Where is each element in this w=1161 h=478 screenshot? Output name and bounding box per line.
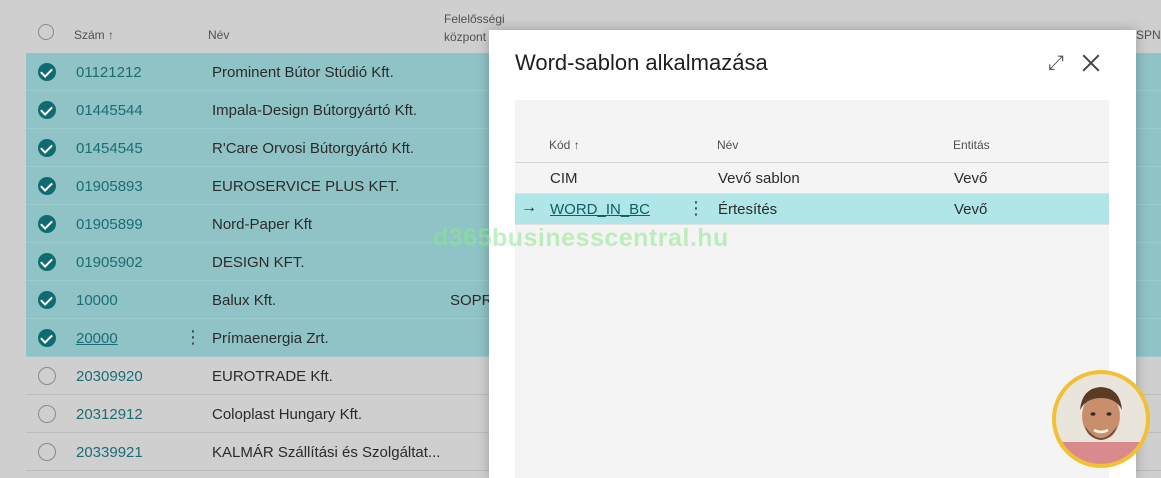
- close-icon[interactable]: [1080, 52, 1102, 74]
- customer-name: KALMÁR Szállítási és Szolgáltat...: [212, 444, 441, 461]
- avatar: [1052, 370, 1150, 468]
- row-checkbox[interactable]: [38, 443, 56, 461]
- avatar-portrait-icon: [1056, 374, 1146, 464]
- customer-number[interactable]: 01121212: [76, 64, 142, 81]
- customer-name: DESIGN KFT.: [212, 254, 305, 271]
- customer-number[interactable]: 20312912: [76, 406, 143, 423]
- dialog-title: Word-sablon alkalmazása: [515, 50, 768, 75]
- template-code[interactable]: CIM: [550, 170, 578, 187]
- row-checkbox[interactable]: [38, 177, 56, 195]
- customer-number[interactable]: 01905902: [76, 254, 143, 271]
- row-checkbox[interactable]: [38, 329, 56, 347]
- apply-word-template-dialog: Word-sablon alkalmazása ⤢ Kód ↑ Név Enti…: [489, 30, 1136, 478]
- customer-name: Coloplast Hungary Kft.: [212, 406, 363, 423]
- customer-name: Prominent Bútor Stúdió Kft.: [212, 64, 394, 81]
- column-header-name[interactable]: Név: [717, 138, 738, 152]
- customer-name: Prímaenergia Zrt.: [212, 330, 329, 347]
- grid-row[interactable]: CIM Vevő sablon Vevő: [515, 163, 1109, 194]
- row-checkbox[interactable]: [38, 215, 56, 233]
- customer-number[interactable]: 20000: [76, 330, 118, 347]
- template-entity: Vevő: [954, 170, 988, 187]
- row-checkbox[interactable]: [38, 63, 56, 81]
- row-checkbox[interactable]: [38, 253, 56, 271]
- watermark: d365businesscentral.hu: [433, 224, 729, 252]
- customer-number[interactable]: 10000: [76, 292, 118, 309]
- template-entity: Vevő: [954, 201, 988, 218]
- column-header-entity[interactable]: Entitás: [953, 138, 990, 152]
- template-name: Vevő sablon: [718, 170, 800, 187]
- customer-number[interactable]: 01445544: [76, 102, 143, 119]
- row-checkbox[interactable]: [38, 291, 56, 309]
- customer-name: EUROTRADE Kft.: [212, 368, 333, 385]
- column-header-edge[interactable]: SPN: [1136, 28, 1161, 42]
- template-name: Értesítés: [718, 201, 778, 218]
- customer-name: Nord-Paper Kft: [212, 216, 313, 233]
- current-row-arrow-icon: →: [521, 199, 537, 216]
- customer-number[interactable]: 01905899: [76, 216, 143, 233]
- customer-name: Impala-Design Bútorgyártó Kft.: [212, 102, 418, 119]
- row-checkbox[interactable]: [38, 405, 56, 423]
- template-grid: Kód ↑ Név Entitás CIM Vevő sablon Vevő →…: [515, 100, 1109, 478]
- customer-responsibility: SOPR: [450, 292, 493, 309]
- customer-name: R'Care Orvosi Bútorgyártó Kft.: [212, 140, 415, 157]
- column-header-name[interactable]: Név: [208, 28, 229, 42]
- row-actions-icon[interactable]: ⋮: [687, 198, 705, 219]
- select-all-checkbox[interactable]: [38, 24, 54, 40]
- customer-name: Balux Kft.: [212, 292, 277, 309]
- grid-row[interactable]: → WORD_IN_BC ⋮ Értesítés Vevő: [515, 194, 1109, 225]
- customer-name: EUROSERVICE PLUS KFT.: [212, 178, 400, 195]
- column-header-code[interactable]: Kód ↑: [549, 138, 580, 152]
- customer-number[interactable]: 20339921: [76, 444, 143, 461]
- row-checkbox[interactable]: [38, 101, 56, 119]
- row-checkbox[interactable]: [38, 139, 56, 157]
- row-checkbox[interactable]: [38, 367, 56, 385]
- customer-number[interactable]: 01905893: [76, 178, 143, 195]
- column-header-number[interactable]: Szám ↑: [74, 28, 114, 42]
- customer-number[interactable]: 20309920: [76, 368, 143, 385]
- template-code[interactable]: WORD_IN_BC: [550, 201, 650, 218]
- customer-number[interactable]: 01454545: [76, 140, 143, 157]
- expand-icon[interactable]: ⤢: [1045, 52, 1067, 74]
- grid-header: Kód ↑ Név Entitás: [515, 100, 1109, 163]
- row-actions-icon[interactable]: ⋮: [184, 327, 202, 348]
